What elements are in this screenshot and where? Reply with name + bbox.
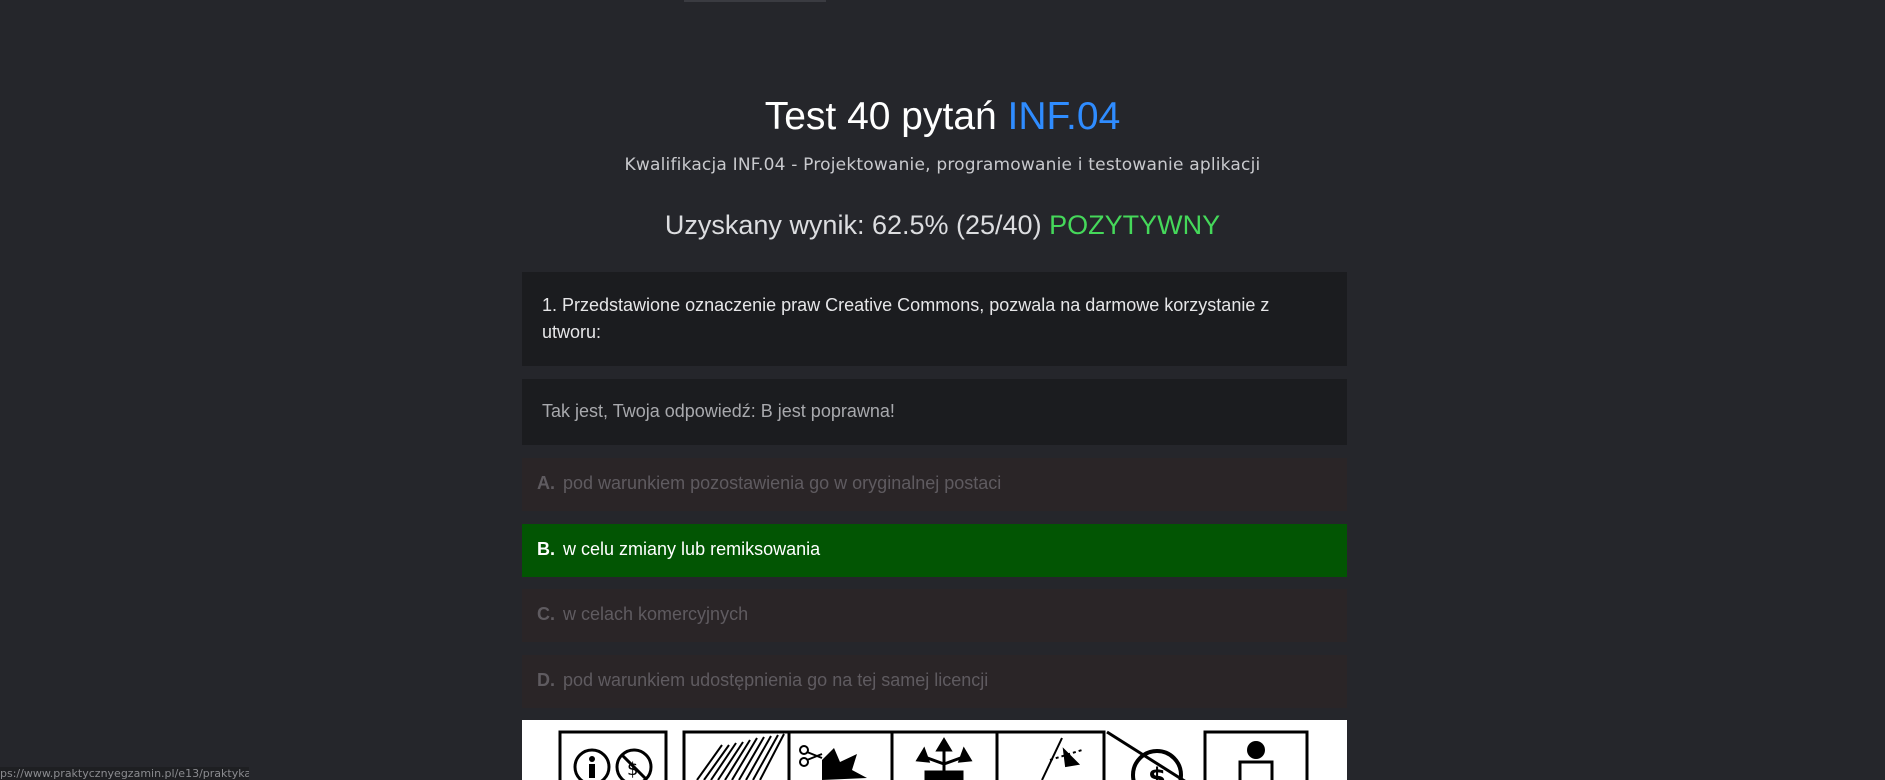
creative-commons-image: $ $ (522, 720, 1347, 780)
browser-status-url: ps://www.praktycznyegzamin.pl/e13/prakty… (0, 767, 249, 780)
noncommercial-icon: $ (615, 748, 653, 780)
answer-letter: D. (537, 670, 555, 690)
attribution-icon (573, 748, 611, 780)
answer-option-b[interactable]: B. w celu zmiany lub remiksowania (522, 524, 1347, 577)
feedback-text: Tak jest, Twoja odpowiedź: B jest popraw… (542, 401, 895, 421)
title-accent: INF.04 (1007, 95, 1121, 138)
no-dollar-icon: $ (1106, 730, 1186, 780)
answer-letter: A. (537, 473, 555, 493)
copies-icon (696, 733, 785, 780)
answer-text: w celu zmiany lub remiksowania (563, 539, 821, 559)
answer-option-c[interactable]: C. w celach komercyjnych (522, 589, 1347, 642)
question-box: 1. Przedstawione oznaczenie praw Creativ… (522, 272, 1347, 366)
top-divider (684, 0, 826, 2)
score-summary: Uzyskany wynik: 62.5% (25/40) POZYTYWNY (0, 210, 1885, 241)
answer-feedback: Tak jest, Twoja odpowiedź: B jest popraw… (522, 379, 1347, 445)
answer-letter: B. (537, 539, 555, 559)
answer-option-d[interactable]: D. pod warunkiem udostępnienia go na tej… (522, 655, 1347, 708)
answer-text: pod warunkiem pozostawienia go w orygina… (563, 473, 1002, 493)
creative-commons-icons: $ $ (558, 730, 1309, 780)
page-subtitle: Kwalifikacja INF.04 - Projektowanie, pro… (624, 155, 1261, 175)
answer-text: pod warunkiem udostępnienia go na tej sa… (563, 670, 989, 690)
score-label: Uzyskany wynik: 62.5% (25/40) (664, 210, 1050, 240)
share-icon (1041, 737, 1083, 780)
answer-text: w celach komercyjnych (563, 604, 749, 624)
distribute-icon (915, 737, 973, 780)
svg-text:$: $ (1148, 763, 1166, 780)
answer-option-a[interactable]: A. pod warunkiem pozostawienia go w oryg… (522, 458, 1347, 511)
person-icon (1238, 741, 1274, 780)
answer-letter: C. (537, 604, 555, 624)
title-main: Test 40 pytań (764, 95, 1008, 138)
question-text: 1. Przedstawione oznaczenie praw Creativ… (542, 295, 1270, 342)
page-title: Test 40 pytań INF.04 (0, 95, 1885, 139)
remix-icon (799, 745, 867, 780)
score-status-badge: POZYTYWNY (1049, 210, 1221, 240)
